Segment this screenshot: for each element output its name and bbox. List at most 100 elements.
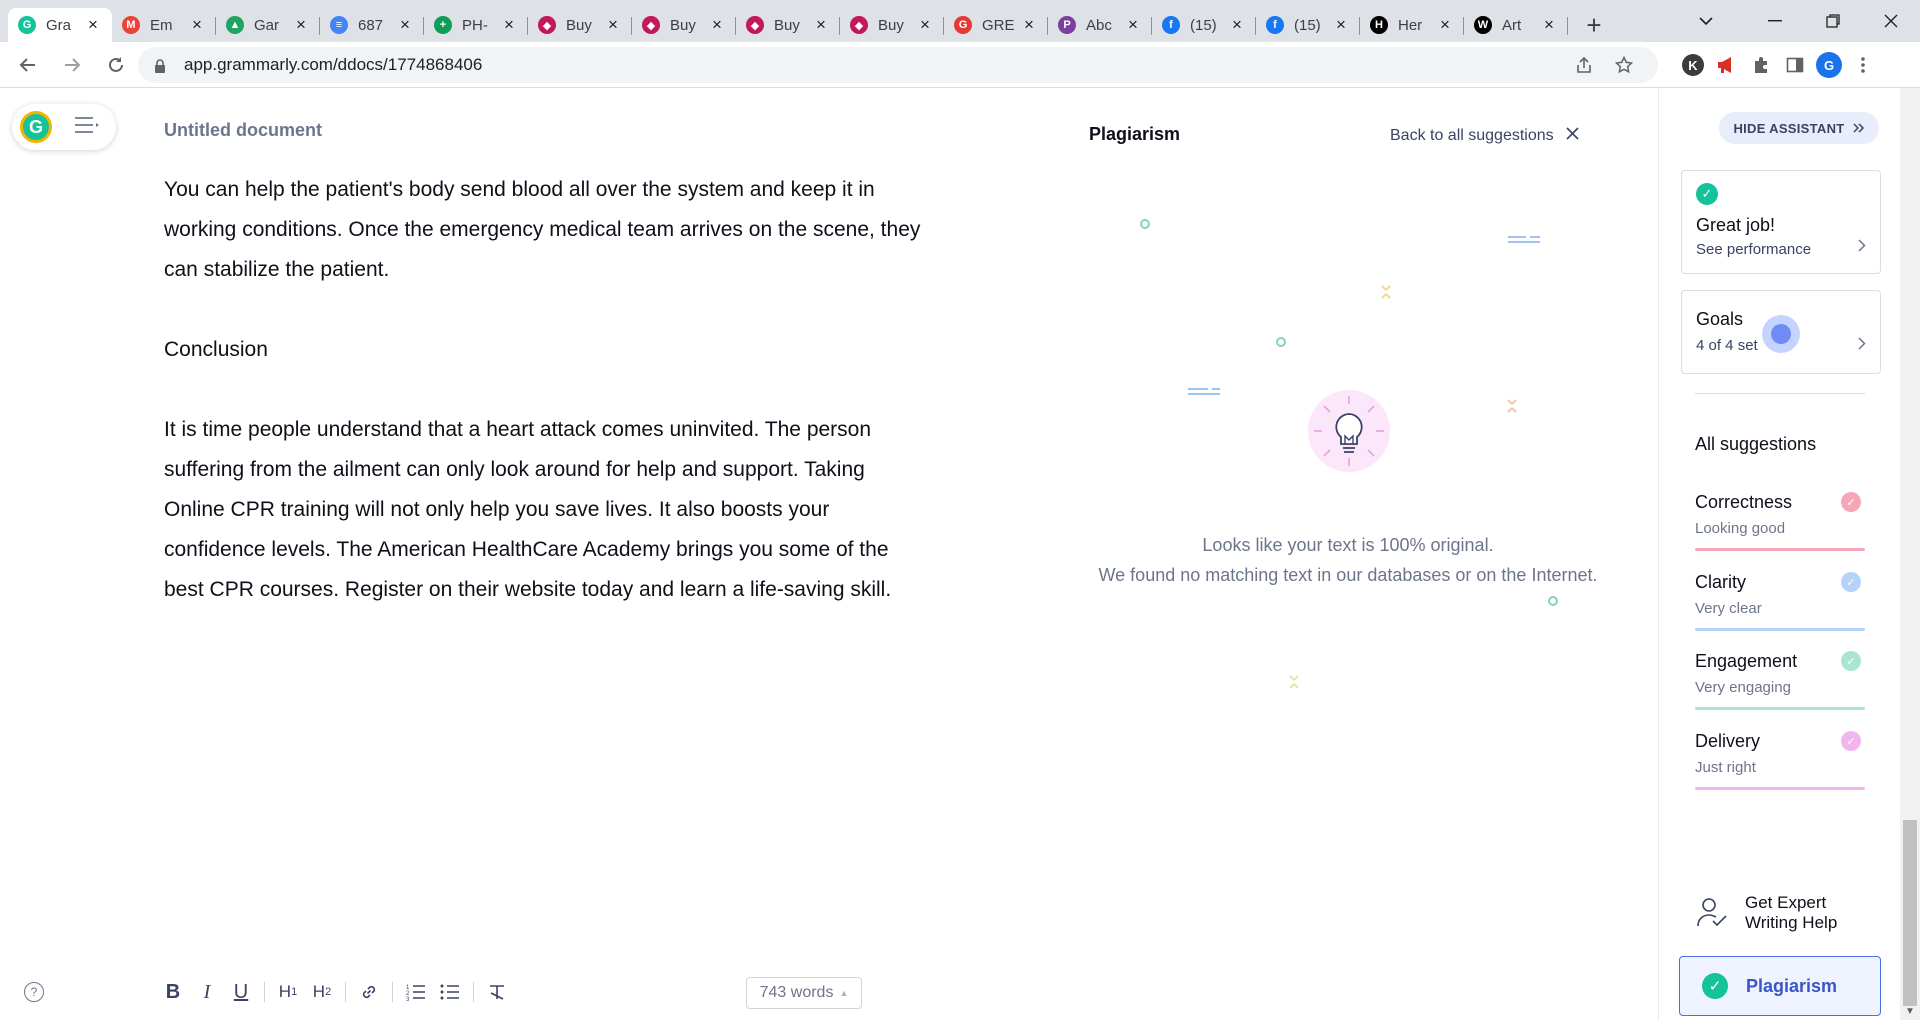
tab-title: Buy — [566, 16, 592, 34]
check-circle-icon: ✓ — [1696, 183, 1718, 205]
category-name: Engagement — [1695, 651, 1798, 671]
tab-title: Em — [150, 16, 173, 34]
browser-tab[interactable]: f (15) × — [1256, 8, 1360, 42]
help-icon[interactable]: ? — [24, 982, 44, 1002]
tab-title: (15) — [1294, 16, 1321, 34]
heading2-icon[interactable]: H2 — [305, 982, 339, 1002]
megaphone-extension-icon[interactable] — [1710, 48, 1744, 82]
get-expert-help-button[interactable]: Get Expert Writing Help — [1695, 888, 1875, 938]
tab-search-icon[interactable] — [1686, 0, 1726, 42]
clear-formatting-icon[interactable] — [480, 983, 514, 1001]
back-to-suggestions-link[interactable]: Back to all suggestions — [1390, 127, 1579, 145]
close-tab-icon[interactable]: × — [500, 15, 518, 35]
browser-tab[interactable]: M Em × — [112, 8, 216, 42]
bold-icon[interactable]: B — [156, 981, 190, 1004]
close-tab-icon[interactable]: × — [1436, 15, 1454, 35]
browser-tab[interactable]: G GRE × — [944, 8, 1048, 42]
browser-tab[interactable]: ▲ Gar × — [216, 8, 320, 42]
document-heading-conclusion[interactable]: Conclusion — [164, 330, 924, 370]
italic-icon[interactable]: I — [190, 981, 224, 1004]
numbered-list-icon[interactable]: 123 — [399, 983, 433, 1001]
browser-tab[interactable]: ◆ Buy × — [632, 8, 736, 42]
browser-tab[interactable]: + PH- × — [424, 8, 528, 42]
link-icon[interactable] — [352, 983, 386, 1001]
word-count-button[interactable]: 743 words ▲ — [746, 977, 862, 1009]
goals-card[interactable]: Goals 4 of 4 set — [1681, 290, 1881, 374]
tab-title: (15) — [1190, 16, 1217, 34]
bulleted-list-icon[interactable] — [433, 983, 467, 1001]
minimize-icon[interactable] — [1746, 0, 1804, 42]
suggestion-category-clarity[interactable]: Clarity Very clear ✓ — [1695, 572, 1865, 636]
grammarly-logo-icon: G — [20, 111, 52, 143]
grammarly-icon: G — [18, 16, 36, 34]
side-panel-icon[interactable] — [1778, 48, 1812, 82]
close-tab-icon[interactable]: × — [812, 15, 830, 35]
browser-menu-icon[interactable] — [1846, 48, 1880, 82]
browser-tab[interactable]: ◆ Buy × — [840, 8, 944, 42]
browser-tab[interactable]: f (15) × — [1152, 8, 1256, 42]
browser-tab[interactable]: ◆ Buy × — [528, 8, 632, 42]
browser-tab[interactable]: P Abc × — [1048, 8, 1152, 42]
suggestion-category-delivery[interactable]: Delivery Just right ✓ — [1695, 731, 1865, 795]
hamburger-menu-icon[interactable] — [74, 116, 100, 139]
browser-tab[interactable]: H Her × — [1360, 8, 1464, 42]
close-tab-icon[interactable]: × — [916, 15, 934, 35]
close-tab-icon[interactable]: × — [1540, 15, 1558, 35]
toolbar-separator — [345, 982, 346, 1002]
lock-icon — [154, 58, 168, 73]
document-paragraph[interactable]: You can help the patient's body send blo… — [164, 170, 924, 290]
k-extension-icon[interactable]: K — [1676, 48, 1710, 82]
suggestion-category-correctness[interactable]: Correctness Looking good ✓ — [1695, 492, 1865, 556]
google-docs-icon: ≡ — [330, 16, 348, 34]
restore-icon[interactable] — [1804, 0, 1862, 42]
back-arrow-icon[interactable] — [10, 47, 46, 83]
scroll-down-arrow-icon[interactable]: ▼ — [1903, 1006, 1917, 1018]
category-check-icon: ✓ — [1841, 651, 1861, 671]
close-tab-icon[interactable]: × — [604, 15, 622, 35]
document-editor[interactable]: You can help the patient's body send blo… — [164, 170, 924, 650]
plagiarism-button[interactable]: ✓ Plagiarism — [1679, 956, 1881, 1016]
gmail-icon: M — [122, 16, 140, 34]
extensions-puzzle-icon[interactable] — [1744, 48, 1778, 82]
tab-title: Buy — [670, 16, 696, 34]
hide-assistant-button[interactable]: HIDE ASSISTANT — [1719, 112, 1879, 144]
document-title[interactable]: Untitled document — [164, 120, 322, 141]
reload-icon[interactable] — [98, 47, 134, 83]
all-suggestions-link[interactable]: All suggestions — [1695, 434, 1816, 455]
browser-tab[interactable]: G Gra × — [8, 8, 112, 42]
close-tab-icon[interactable]: × — [84, 15, 102, 35]
close-tab-icon[interactable]: × — [1332, 15, 1350, 35]
close-tab-icon[interactable]: × — [292, 15, 310, 35]
sidebar-divider — [1695, 393, 1865, 394]
expert-person-icon — [1697, 898, 1727, 927]
close-tab-icon[interactable]: × — [1228, 15, 1246, 35]
underline-icon[interactable]: U — [224, 981, 258, 1004]
category-progress-bar — [1695, 628, 1865, 631]
address-bar[interactable]: app.grammarly.com/ddocs/1774868406 — [138, 47, 1658, 83]
google-sheets-icon: + — [434, 16, 452, 34]
scrollbar-thumb[interactable] — [1903, 820, 1917, 1006]
browser-tab[interactable]: ≡ 687 × — [320, 8, 424, 42]
share-icon[interactable] — [1564, 56, 1604, 74]
new-tab-button[interactable]: + — [1576, 8, 1612, 42]
bookmark-star-icon[interactable] — [1604, 56, 1644, 74]
tab-title: GRE — [982, 16, 1015, 34]
close-tab-icon[interactable]: × — [188, 15, 206, 35]
close-panel-icon[interactable] — [1566, 127, 1579, 145]
close-tab-icon[interactable]: × — [1020, 15, 1038, 35]
document-paragraph[interactable]: It is time people understand that a hear… — [164, 410, 924, 610]
grammarly-menu-button[interactable]: G — [12, 104, 116, 150]
close-tab-icon[interactable]: × — [1124, 15, 1142, 35]
heading1-icon[interactable]: H1 — [271, 982, 305, 1002]
profile-avatar[interactable]: G — [1812, 48, 1846, 82]
forward-arrow-icon[interactable] — [54, 47, 90, 83]
caret-up-icon: ▲ — [839, 988, 849, 998]
browser-tab[interactable]: W Art × — [1464, 8, 1568, 42]
close-window-icon[interactable] — [1862, 0, 1920, 42]
browser-tab[interactable]: ◆ Buy × — [736, 8, 840, 42]
close-tab-icon[interactable]: × — [396, 15, 414, 35]
performance-card[interactable]: ✓ Great job! See performance — [1681, 170, 1881, 274]
tab-title: Gra — [46, 16, 72, 34]
suggestion-category-engagement[interactable]: Engagement Very engaging ✓ — [1695, 651, 1865, 715]
close-tab-icon[interactable]: × — [708, 15, 726, 35]
